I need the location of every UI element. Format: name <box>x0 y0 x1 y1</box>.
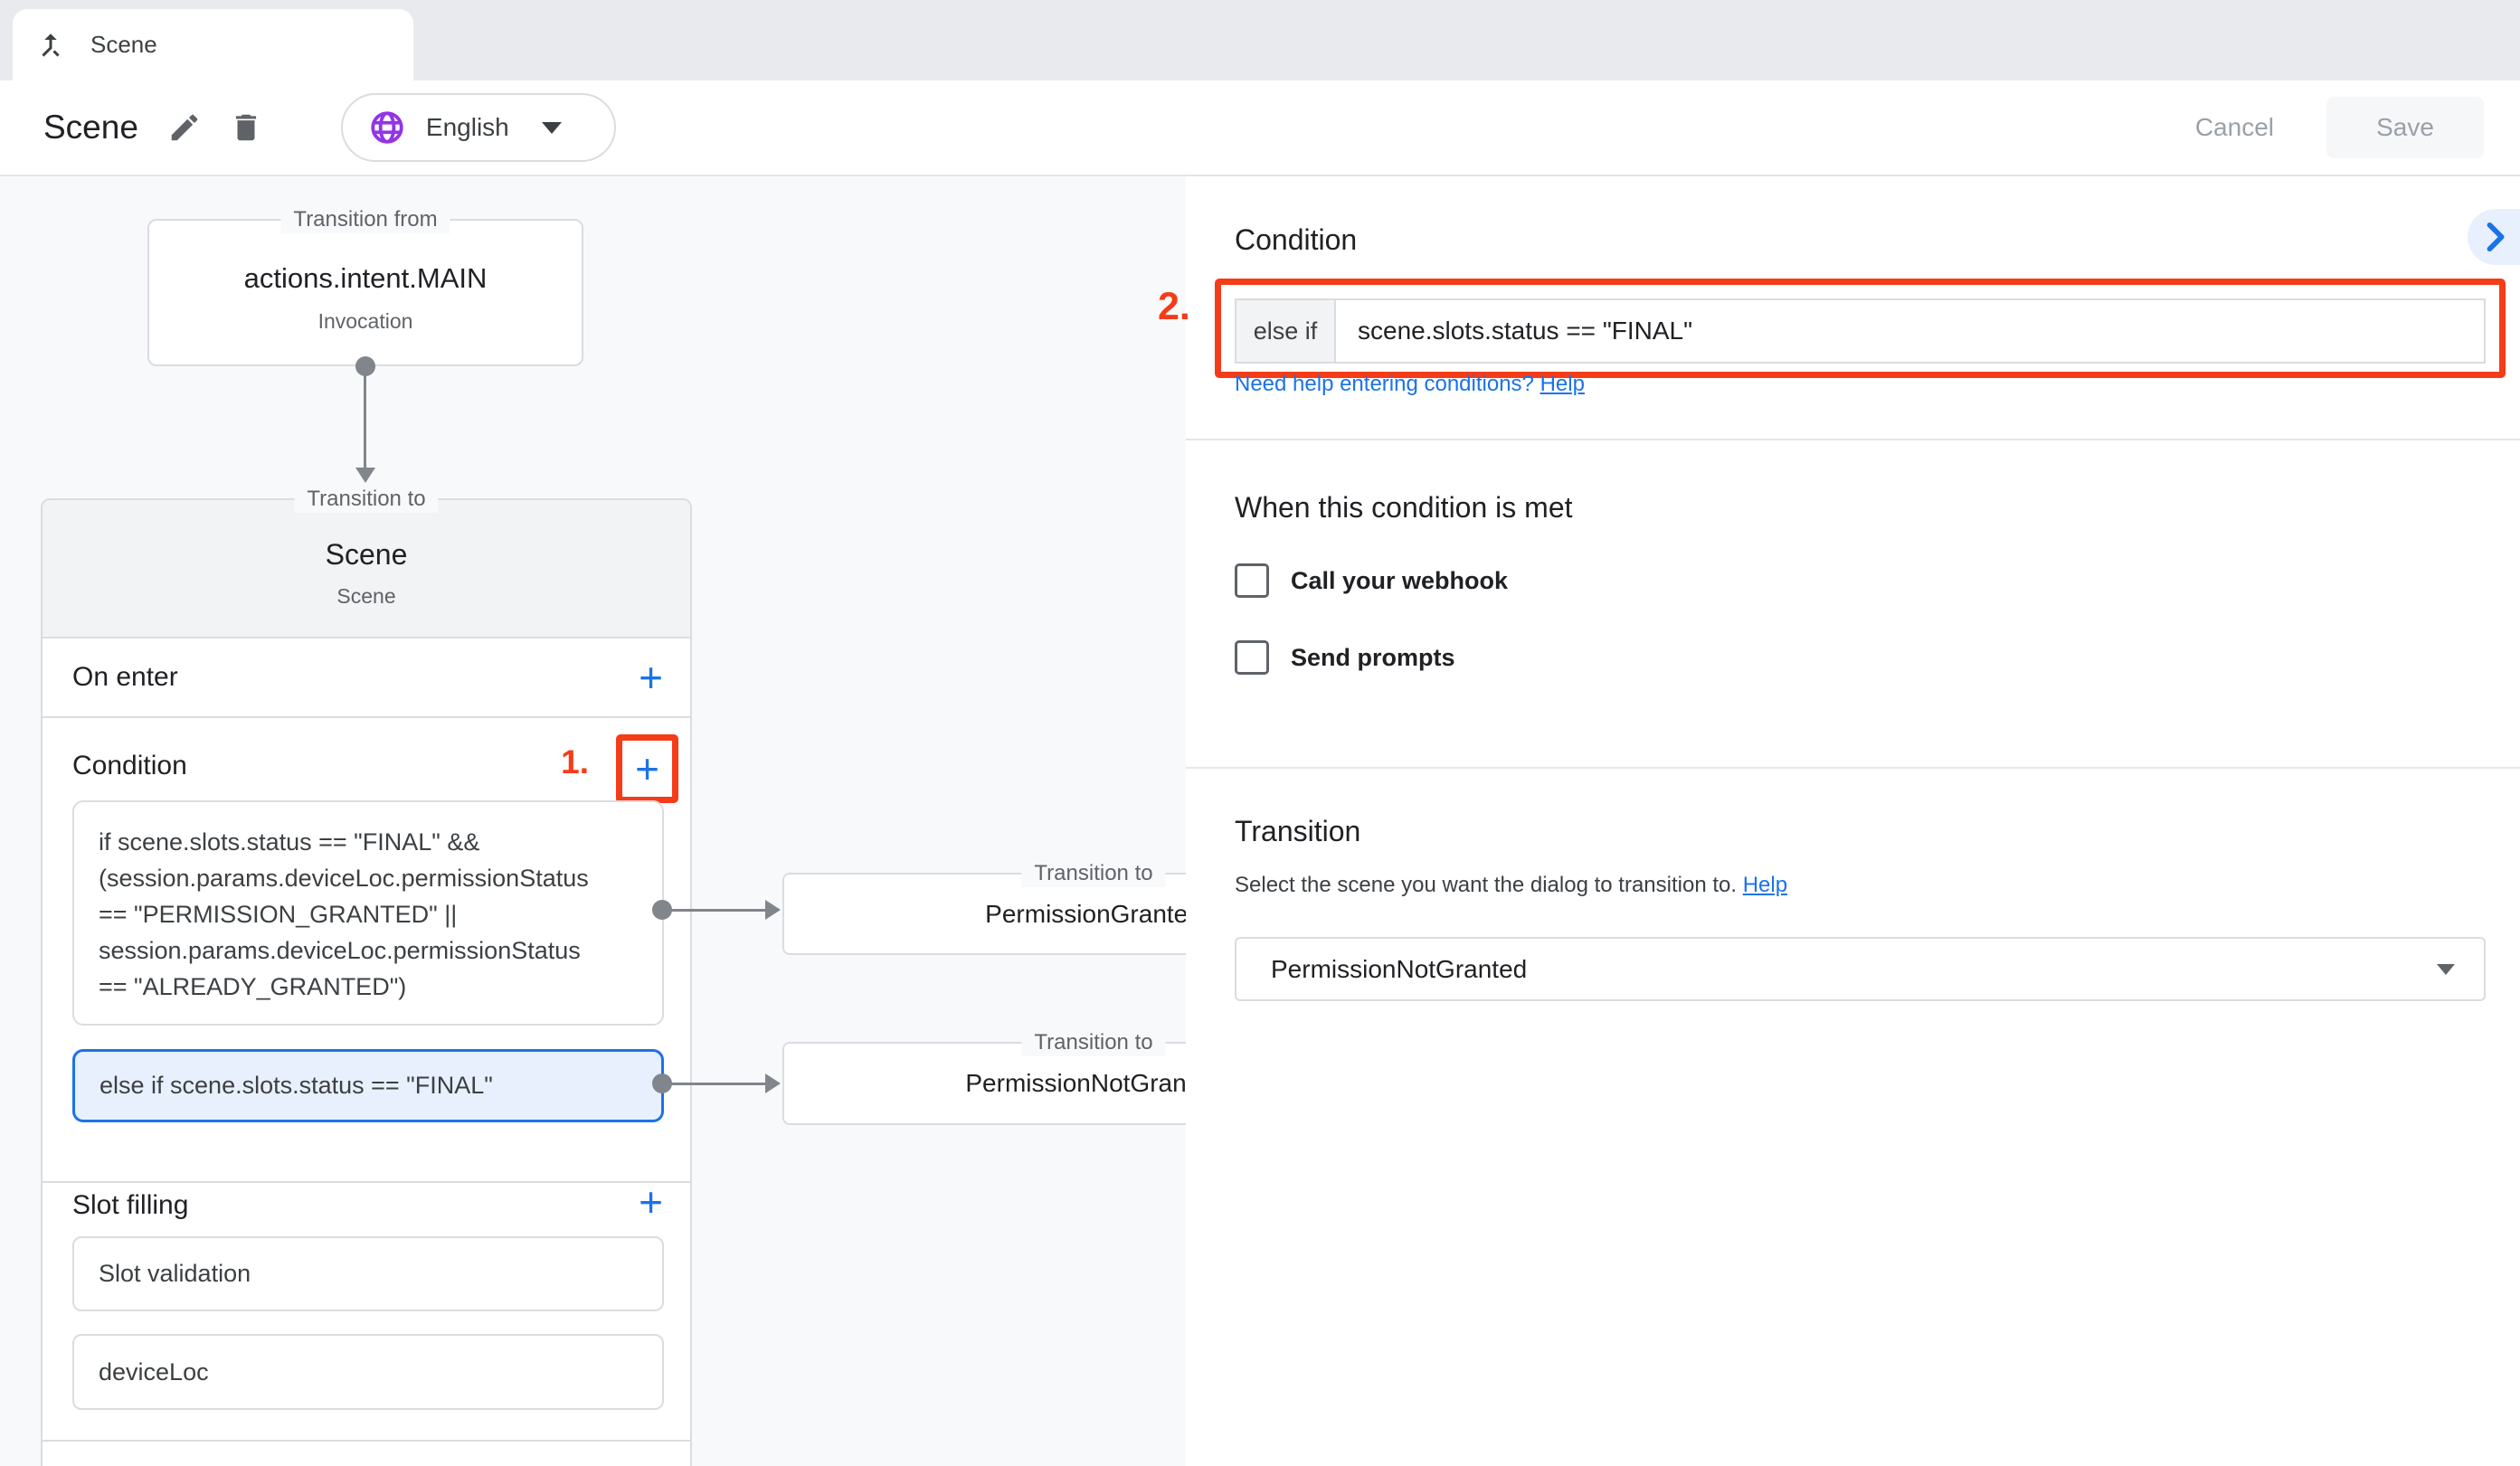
collapse-panel-button[interactable] <box>2468 209 2520 265</box>
condition-detail-panel: Condition 2. else if Need help entering … <box>1186 176 2520 1466</box>
connector-line <box>662 1083 765 1085</box>
condition-expression-row: else if <box>1235 298 2486 364</box>
language-selector[interactable]: English <box>341 93 616 162</box>
divider <box>1186 439 2520 440</box>
slot-card-text: Slot validation <box>99 1260 251 1288</box>
transition-help-link[interactable]: Help <box>1743 873 1787 897</box>
scene-node-header[interactable]: Scene Scene <box>43 500 690 638</box>
dropdown-selected-value: PermissionNotGranted <box>1271 955 2437 984</box>
slot-card-text: deviceLoc <box>99 1358 209 1386</box>
annotation-highlight-box-1: + <box>616 734 678 803</box>
main-area: Transition from actions.intent.MAIN Invo… <box>0 176 2520 1466</box>
condition-help-line: Need help entering conditions? Help <box>1235 372 1585 397</box>
help-text: Need help entering conditions? <box>1235 372 1534 396</box>
condition-card-2-selected[interactable]: else if scene.slots.status == "FINAL" <box>72 1049 664 1122</box>
caret-down-icon <box>542 122 562 134</box>
send-prompts-checkbox[interactable] <box>1235 640 1269 675</box>
transition-heading: Transition <box>1235 815 1360 848</box>
target-scene-name: PermissionNotGranted <box>965 1069 1221 1098</box>
deviceloc-slot-card[interactable]: deviceLoc <box>72 1334 664 1410</box>
transition-from-legend: Transition from <box>280 206 450 233</box>
annotation-step-2: 2. <box>1158 285 1190 329</box>
tab-bar: Scene <box>0 0 2520 80</box>
condition-line: == "PERMISSION_GRANTED" || <box>99 896 662 932</box>
merge-type-icon <box>34 29 67 61</box>
when-condition-heading: When this condition is met <box>1235 491 1573 525</box>
call-webhook-option[interactable]: Call your webhook <box>1235 563 1508 598</box>
scene-node: Transition to Scene Scene On enter + Con… <box>41 498 692 1466</box>
condition-panel-heading: Condition <box>1235 223 1357 257</box>
transition-to-legend: Transition to <box>1021 1029 1165 1056</box>
transition-from-node[interactable]: Transition from actions.intent.MAIN Invo… <box>147 219 583 366</box>
else-if-prefix: else if <box>1236 300 1336 362</box>
language-value: English <box>426 113 509 142</box>
pencil-icon <box>167 110 202 145</box>
add-slot-button[interactable]: + <box>639 1181 663 1223</box>
add-condition-button[interactable]: + <box>635 748 659 790</box>
on-enter-label: On enter <box>72 662 178 693</box>
condition-expression-input[interactable] <box>1336 300 2484 362</box>
edit-scene-button[interactable] <box>167 110 202 145</box>
condition-line: session.params.deviceLoc.permissionStatu… <box>99 932 662 969</box>
transition-scene-dropdown[interactable]: PermissionNotGranted <box>1235 937 2486 1001</box>
cancel-button[interactable]: Cancel <box>2195 113 2274 142</box>
slot-filling-section: Slot filling + Slot validation deviceLoc <box>43 1183 690 1442</box>
transition-desc-text: Select the scene you want the dialog to … <box>1235 873 1737 897</box>
call-webhook-label: Call your webhook <box>1291 567 1508 595</box>
condition-line: (session.params.deviceLoc.permissionStat… <box>99 860 662 896</box>
chevron-right-icon <box>2486 222 2507 252</box>
tab-label: Scene <box>90 31 157 59</box>
call-webhook-checkbox[interactable] <box>1235 563 1269 598</box>
add-on-enter-button[interactable]: + <box>639 657 663 698</box>
arrowhead-right-icon <box>765 900 781 920</box>
trash-icon <box>229 110 263 145</box>
arrowhead-right-icon <box>765 1073 781 1093</box>
divider <box>1186 767 2520 769</box>
globe-icon <box>368 109 406 147</box>
condition-help-link[interactable]: Help <box>1540 372 1585 396</box>
transition-description: Select the scene you want the dialog to … <box>1235 873 1787 898</box>
target-scene-name: PermissionGranted <box>985 900 1202 929</box>
condition-section: Condition 1. + if scene.slots.status == … <box>43 718 690 1183</box>
scene-node-subtitle: Scene <box>43 584 690 609</box>
connector-line <box>662 909 765 912</box>
intent-name: actions.intent.MAIN <box>149 262 582 295</box>
transition-to-legend: Transition to <box>1021 860 1165 887</box>
condition-card-1[interactable]: if scene.slots.status == "FINAL" && (ses… <box>72 800 664 1026</box>
slot-validation-card[interactable]: Slot validation <box>72 1236 664 1311</box>
save-button[interactable]: Save <box>2326 97 2484 158</box>
condition-section-label: Condition <box>72 751 187 781</box>
condition-text: else if scene.slots.status == "FINAL" <box>99 1072 493 1100</box>
condition-line: == "ALREADY_GRANTED") <box>99 969 662 1005</box>
header: Scene E <box>0 80 2520 176</box>
page-title: Scene <box>43 109 138 147</box>
scene-editor-window: Scene Scene <box>0 0 2520 1466</box>
transition-to-legend: Transition to <box>294 486 438 513</box>
intent-type: Invocation <box>149 309 582 334</box>
delete-scene-button[interactable] <box>229 110 263 145</box>
send-prompts-label: Send prompts <box>1291 644 1455 672</box>
connector-line <box>364 366 366 469</box>
slot-filling-label: Slot filling <box>72 1190 188 1221</box>
send-prompts-option[interactable]: Send prompts <box>1235 640 1455 675</box>
condition-line: if scene.slots.status == "FINAL" && <box>99 824 662 860</box>
on-enter-section: On enter + <box>43 638 690 718</box>
annotation-step-1: 1. <box>561 743 589 781</box>
caret-down-icon <box>2437 964 2455 975</box>
tab-scene[interactable]: Scene <box>13 9 413 80</box>
arrowhead-down-icon <box>355 468 375 483</box>
